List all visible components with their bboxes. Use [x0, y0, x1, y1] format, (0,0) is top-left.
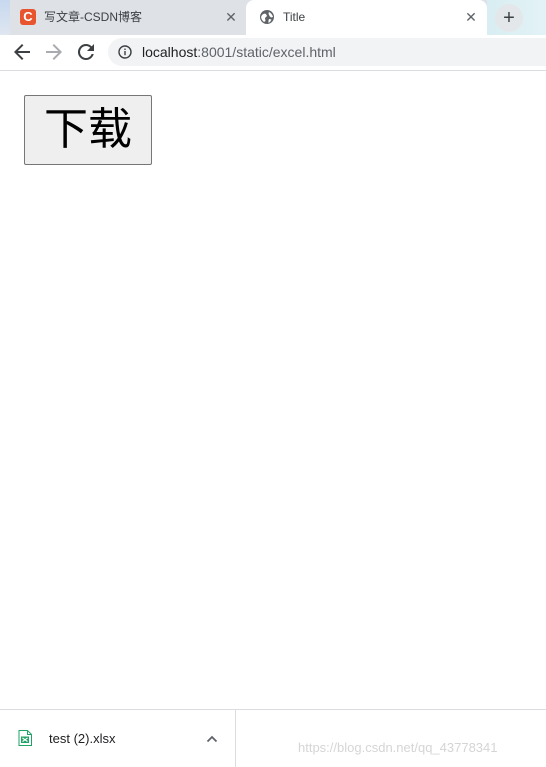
- download-item[interactable]: test (2).xlsx: [0, 710, 236, 767]
- new-tab-button[interactable]: +: [495, 4, 523, 32]
- blurred-edge: [0, 0, 10, 35]
- browser-window: C 写文章-CSDN博客 ✕ Title ✕ + localhost:8001/…: [0, 0, 546, 767]
- tab-csdn[interactable]: C 写文章-CSDN博客 ✕: [10, 0, 246, 35]
- tab-title: Title: [283, 10, 306, 24]
- url-host: localhost: [142, 44, 198, 60]
- tab-title: 写文章-CSDN博客: [44, 10, 142, 24]
- page-content: 下载: [0, 71, 546, 709]
- chevron-up-icon[interactable]: [204, 731, 220, 747]
- close-icon[interactable]: ✕: [222, 8, 240, 26]
- globe-icon: [260, 10, 274, 24]
- reload-icon[interactable]: [74, 40, 98, 64]
- download-file-name: test (2).xlsx: [49, 731, 116, 746]
- download-button[interactable]: 下载: [24, 95, 152, 165]
- address-bar[interactable]: localhost:8001/static/excel.html: [108, 38, 546, 66]
- forward-arrow-icon[interactable]: [42, 40, 66, 64]
- watermark: https://blog.csdn.net/qq_43778341: [298, 740, 498, 755]
- tab-title-page[interactable]: Title ✕: [246, 0, 487, 35]
- download-shelf: test (2).xlsx https://blog.csdn.net/qq_4…: [0, 709, 546, 767]
- info-icon[interactable]: [118, 45, 132, 59]
- back-arrow-icon[interactable]: [10, 40, 34, 64]
- url-text[interactable]: localhost:8001/static/excel.html: [142, 44, 336, 60]
- url-path: :8001/static/excel.html: [197, 44, 336, 60]
- toolbar: localhost:8001/static/excel.html: [0, 35, 546, 71]
- close-icon[interactable]: ✕: [462, 8, 480, 26]
- csdn-logo-icon: C: [20, 9, 36, 25]
- excel-file-icon: [18, 730, 32, 746]
- tab-strip: C 写文章-CSDN博客 ✕ Title ✕ +: [0, 0, 546, 35]
